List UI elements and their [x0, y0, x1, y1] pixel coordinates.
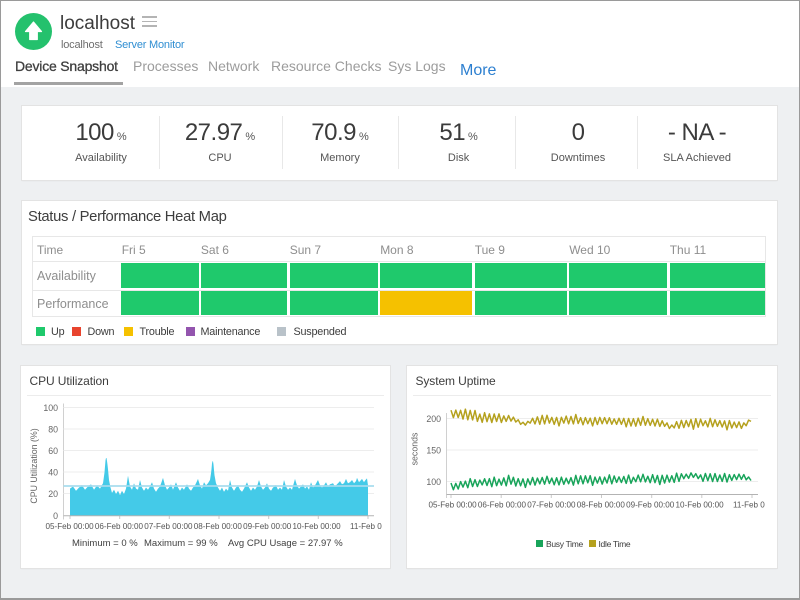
svg-text:200: 200 [426, 414, 441, 424]
svg-text:06-Feb 00:00: 06-Feb 00:00 [478, 501, 527, 510]
svg-text:150: 150 [426, 446, 441, 456]
svg-text:100: 100 [43, 403, 58, 413]
svg-text:0: 0 [53, 511, 58, 521]
svg-text:08-Feb 00:00: 08-Feb 00:00 [577, 501, 626, 510]
svg-text:07-Feb 00:00: 07-Feb 00:00 [144, 522, 193, 531]
svg-text:60: 60 [48, 446, 58, 456]
svg-text:09-Feb 00:00: 09-Feb 00:00 [243, 522, 292, 531]
svg-text:09-Feb 00:00: 09-Feb 00:00 [626, 501, 675, 510]
svg-text:10-Feb 00:00: 10-Feb 00:00 [293, 522, 342, 531]
svg-text:05-Feb 00:00: 05-Feb 00:00 [429, 501, 478, 510]
svg-text:40: 40 [48, 468, 58, 478]
svg-text:100: 100 [426, 477, 441, 487]
svg-text:11-Feb 0: 11-Feb 0 [733, 501, 765, 510]
svg-text:seconds: seconds [410, 432, 420, 465]
svg-text:07-Feb 00:00: 07-Feb 00:00 [527, 501, 576, 510]
svg-text:20: 20 [48, 489, 58, 499]
svg-text:08-Feb 00:00: 08-Feb 00:00 [194, 522, 243, 531]
svg-text:80: 80 [48, 425, 58, 435]
svg-text:11-Feb 0: 11-Feb 0 [350, 522, 382, 531]
svg-text:CPU Utilization (%): CPU Utilization (%) [29, 428, 39, 503]
svg-text:10-Feb 00:00: 10-Feb 00:00 [676, 501, 725, 510]
svg-text:05-Feb 00:00: 05-Feb 00:00 [46, 522, 95, 531]
svg-text:06-Feb 00:00: 06-Feb 00:00 [95, 522, 144, 531]
